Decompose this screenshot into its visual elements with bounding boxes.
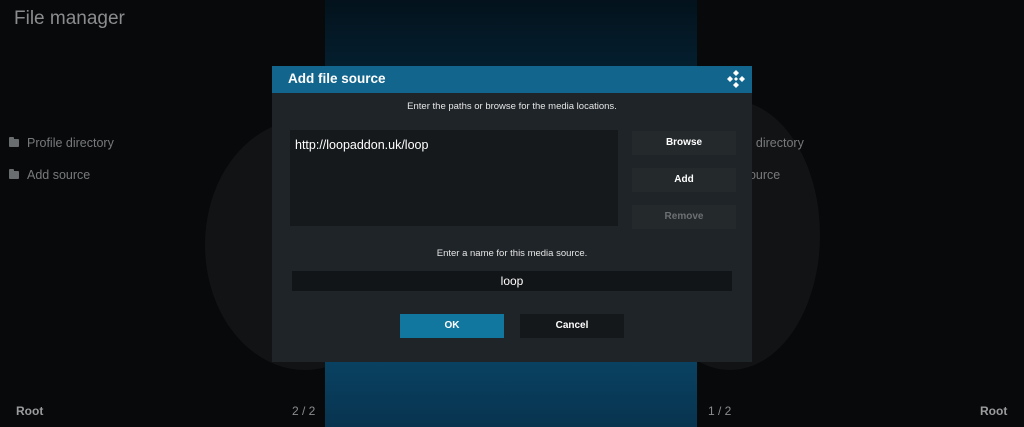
ok-button[interactable]: OK bbox=[400, 314, 504, 338]
left-pane-item-add-source[interactable]: Add source bbox=[9, 168, 90, 182]
source-name-input[interactable]: loop bbox=[292, 271, 732, 291]
path-entry[interactable]: http://loopaddon.uk/loop bbox=[295, 138, 428, 152]
left-pane-item-label: Profile directory bbox=[27, 136, 114, 150]
add-file-source-dialog: Add file source Enter the paths or brows… bbox=[272, 66, 752, 362]
folder-icon bbox=[9, 137, 19, 147]
app-title: File manager bbox=[14, 8, 125, 29]
name-instruction: Enter a name for this media source. bbox=[436, 248, 588, 259]
left-footer-path: Root bbox=[16, 404, 44, 418]
add-button[interactable]: Add bbox=[632, 168, 736, 192]
right-footer-count: 1 / 2 bbox=[708, 404, 732, 418]
browse-button[interactable]: Browse bbox=[632, 131, 736, 155]
remove-button[interactable]: Remove bbox=[632, 205, 736, 229]
folder-icon bbox=[9, 169, 19, 179]
left-pane-item-label: Add source bbox=[27, 168, 91, 182]
dialog-header: Add file source bbox=[272, 66, 752, 93]
paths-instruction: Enter the paths or browse for the media … bbox=[407, 101, 617, 112]
left-footer-count: 2 / 2 bbox=[292, 404, 316, 418]
cancel-button[interactable]: Cancel bbox=[520, 314, 624, 338]
right-footer-path: Root bbox=[980, 404, 1008, 418]
kodi-logo-icon bbox=[727, 70, 745, 88]
left-pane-item-profile-directory[interactable]: Profile directory bbox=[9, 136, 114, 150]
paths-list[interactable]: http://loopaddon.uk/loop bbox=[290, 130, 618, 226]
dialog-title: Add file source bbox=[288, 71, 386, 86]
